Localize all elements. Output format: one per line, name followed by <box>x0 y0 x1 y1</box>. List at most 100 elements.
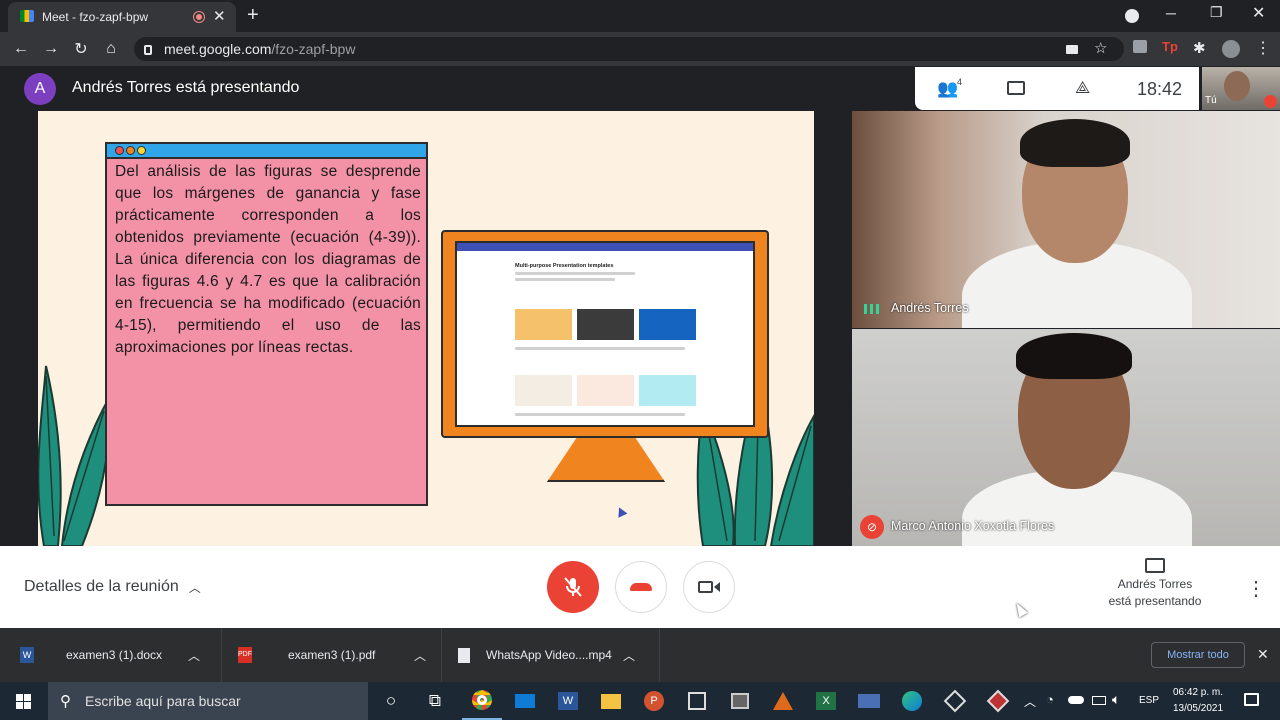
show-all-downloads-button[interactable]: Mostrar todo <box>1151 642 1245 668</box>
window-dot-orange-icon <box>126 146 135 155</box>
matlab-taskbar-icon[interactable] <box>763 682 803 720</box>
activities-icon[interactable]: ⟁ <box>1075 78 1090 98</box>
app-taskbar-icon[interactable] <box>849 682 889 720</box>
template-thumb <box>639 309 696 340</box>
calculator-taskbar-icon[interactable] <box>720 682 760 720</box>
more-options-icon[interactable]: ⋮ <box>1246 576 1266 601</box>
windows-taskbar: ⚲ Escribe aquí para buscar ○ ⧉ W P X ︿ ◔… <box>0 682 1280 720</box>
word-taskbar-icon[interactable]: W <box>548 682 588 720</box>
self-view-tile[interactable]: Tú <box>1202 67 1280 110</box>
hang-up-button[interactable] <box>615 561 667 613</box>
app3-taskbar-icon[interactable] <box>978 682 1018 720</box>
recording-indicator-icon <box>194 12 204 22</box>
edge-taskbar-icon[interactable] <box>892 682 932 720</box>
card-window-bar <box>107 144 426 159</box>
presenter-initial: A <box>34 80 46 97</box>
camera-in-use-icon[interactable] <box>1066 45 1078 54</box>
download-chevron-icon[interactable]: ︿ <box>623 647 635 664</box>
clock-time: 06:42 p. m. <box>1172 687 1224 698</box>
url-path: /fzo-zapf-bpw <box>271 41 356 57</box>
meeting-clock: 18:42 <box>1137 79 1183 99</box>
extension-icon[interactable] <box>1133 40 1147 53</box>
participant-hair <box>1016 333 1132 379</box>
home-icon[interactable]: ⌂ <box>100 38 122 60</box>
search-icon: ⚲ <box>60 693 71 710</box>
download-chevron-icon[interactable]: ︿ <box>188 647 200 664</box>
network-icon[interactable]: ◔ <box>1046 692 1054 707</box>
minimize-window-icon[interactable]: ─ <box>1166 5 1176 21</box>
template-thumb <box>577 375 634 406</box>
monitor-stand <box>547 438 665 482</box>
screen-heading: Multi-purpose Presentation templates <box>515 263 614 269</box>
extensions-puzzle-icon[interactable]: ✱ <box>1193 39 1206 57</box>
input-language[interactable]: ESP <box>1139 695 1159 706</box>
chat-icon[interactable] <box>1007 81 1025 95</box>
template-thumb <box>515 309 572 340</box>
word-file-icon: W <box>20 647 34 663</box>
chrome-taskbar-icon[interactable] <box>462 682 502 720</box>
notifications-icon[interactable] <box>1244 693 1259 706</box>
profile-menu-icon[interactable] <box>1125 9 1139 23</box>
browser-tab[interactable]: Meet - fzo-zapf-bpw ✕ <box>8 2 236 32</box>
back-icon[interactable]: ← <box>10 38 32 60</box>
mic-off-icon: ⊘ <box>860 515 884 539</box>
volume-icon[interactable]: 🔈︎ <box>1112 691 1120 708</box>
close-tab-icon[interactable]: ✕ <box>213 7 226 25</box>
shared-slide: Del análisis de las figuras se desprende… <box>38 111 814 546</box>
powerpoint-icon: P <box>644 691 664 711</box>
task-view-icon[interactable]: ⧉ <box>415 682 455 720</box>
url-text: meet.google.com/fzo-zapf-bpw <box>164 41 355 57</box>
app3-icon <box>986 689 1010 713</box>
meeting-details-button[interactable]: Detalles de la reunión ︿ <box>24 578 201 596</box>
browser-menu-icon[interactable]: ⋮ <box>1255 38 1271 58</box>
download-item[interactable]: W examen3 (1).docx ︿ <box>0 628 222 682</box>
new-tab-button[interactable]: + <box>247 4 259 27</box>
video-file-icon <box>458 647 470 663</box>
pdf-file-icon: PDF <box>238 647 252 663</box>
self-label: Tú <box>1205 95 1217 106</box>
tab-title: Meet - fzo-zapf-bpw <box>42 10 149 24</box>
chrome-logo-icon <box>472 690 492 710</box>
reload-icon[interactable]: ↻ <box>70 38 92 60</box>
clock-date: 13/05/2021 <box>1172 703 1224 714</box>
taskbar-search-box[interactable]: ⚲ Escribe aquí para buscar <box>48 682 368 720</box>
slide-text-card: Del análisis de las figuras se desprende… <box>105 142 428 506</box>
tray-chevron-icon[interactable]: ︿ <box>1024 693 1036 710</box>
participant-name: Marco Antonio Xoxotla Flores <box>891 519 1055 533</box>
mic-toggle-button[interactable] <box>547 561 599 613</box>
explorer-taskbar-icon[interactable] <box>591 682 631 720</box>
camera-icon <box>698 581 713 593</box>
people-icon[interactable]: 👥 <box>937 79 958 99</box>
snipping-taskbar-icon[interactable] <box>677 682 717 720</box>
excel-taskbar-icon[interactable]: X <box>806 682 846 720</box>
profile-avatar[interactable] <box>1222 40 1240 58</box>
camera-toggle-button[interactable] <box>683 561 735 613</box>
restore-window-icon[interactable]: ❐ <box>1210 4 1223 21</box>
powerpoint-taskbar-icon[interactable]: P <box>634 682 674 720</box>
system-clock[interactable]: 06:42 p. m. 13/05/2021 <box>1166 685 1230 717</box>
mail-taskbar-icon[interactable] <box>505 682 545 720</box>
screen-line <box>515 347 685 350</box>
close-downloads-icon[interactable]: ✕ <box>1257 646 1269 663</box>
cortana-icon[interactable]: ○ <box>371 682 411 720</box>
participant-tile[interactable]: Andrés Torres <box>852 111 1280 328</box>
start-button[interactable] <box>3 682 43 720</box>
bookmark-star-icon[interactable]: ☆ <box>1094 39 1107 57</box>
phone-hangup-icon <box>630 583 652 591</box>
app2-taskbar-icon[interactable] <box>935 682 975 720</box>
folder-icon <box>601 693 621 709</box>
participant-hair <box>1020 119 1130 167</box>
download-item[interactable]: PDF examen3 (1).pdf ︿ <box>222 628 442 682</box>
close-window-icon[interactable]: ✕ <box>1252 3 1265 23</box>
download-chevron-icon[interactable]: ︿ <box>414 647 426 664</box>
presenting-status-button[interactable]: Andrés Torres está presentando <box>1090 558 1220 610</box>
onedrive-icon[interactable] <box>1068 696 1084 704</box>
participant-tile[interactable]: ⊘ Marco Antonio Xoxotla Flores <box>852 329 1280 546</box>
extension-tp-icon[interactable]: Tp <box>1162 39 1178 54</box>
mail-icon <box>515 694 535 708</box>
address-bar[interactable]: meet.google.com/fzo-zapf-bpw ☆ <box>134 37 1124 61</box>
battery-icon[interactable] <box>1092 696 1106 705</box>
forward-icon[interactable]: → <box>40 38 62 60</box>
mouse-cursor-icon <box>1012 600 1028 618</box>
download-item[interactable]: WhatsApp Video....mp4 ︿ <box>442 628 660 682</box>
